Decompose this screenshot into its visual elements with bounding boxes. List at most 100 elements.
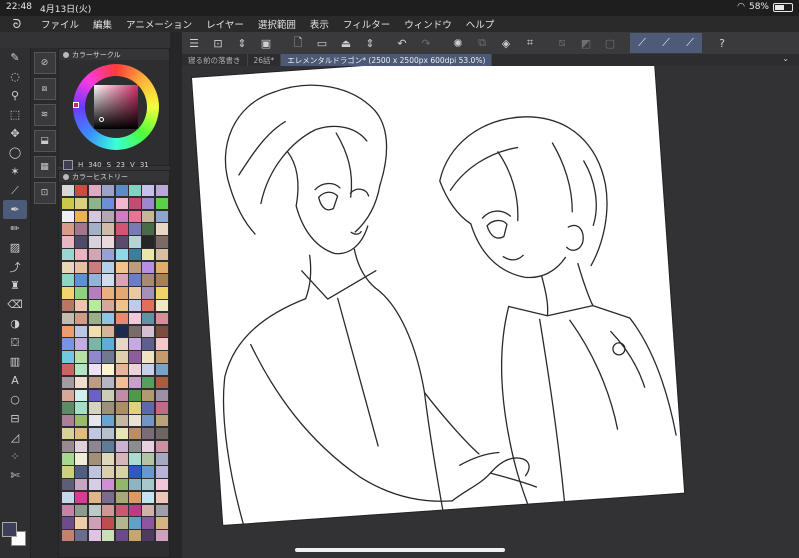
color-history-swatch[interactable] bbox=[155, 478, 168, 491]
color-history-swatch[interactable] bbox=[142, 491, 155, 504]
color-history-swatch[interactable] bbox=[115, 376, 128, 389]
sv-cursor[interactable] bbox=[99, 117, 104, 122]
color-history-swatch[interactable] bbox=[88, 363, 101, 376]
color-history-swatch[interactable] bbox=[88, 197, 101, 210]
color-history-swatch[interactable] bbox=[62, 223, 74, 235]
color-history-swatch[interactable] bbox=[88, 185, 101, 197]
color-history-swatch[interactable] bbox=[62, 453, 74, 465]
color-history-swatch[interactable] bbox=[75, 223, 88, 235]
color-history-swatch[interactable] bbox=[115, 453, 128, 465]
color-history-swatch[interactable] bbox=[155, 440, 168, 453]
saturation-value[interactable]: 23 bbox=[116, 161, 125, 169]
color-history-swatch[interactable] bbox=[102, 274, 115, 286]
color-history-swatch[interactable] bbox=[62, 248, 74, 261]
color-history-swatch[interactable] bbox=[88, 300, 101, 312]
color-history-swatch[interactable] bbox=[128, 517, 141, 529]
color-history-swatch[interactable] bbox=[88, 415, 101, 427]
color-history-swatch[interactable] bbox=[62, 504, 74, 516]
color-history-swatch[interactable] bbox=[142, 504, 155, 516]
menu-view[interactable]: 表示 bbox=[303, 17, 336, 31]
color-history-swatch[interactable] bbox=[142, 376, 155, 389]
color-history-swatch[interactable] bbox=[75, 351, 88, 363]
color-history-swatch[interactable] bbox=[75, 248, 88, 261]
color-history-swatch[interactable] bbox=[142, 402, 155, 414]
color-history-swatch[interactable] bbox=[115, 491, 128, 504]
color-history-swatch[interactable] bbox=[102, 376, 115, 389]
color-history-swatch[interactable] bbox=[88, 248, 101, 261]
color-history-swatch[interactable] bbox=[75, 427, 88, 440]
material-icon[interactable]: ⬓ bbox=[33, 130, 56, 152]
color-history-swatch[interactable] bbox=[115, 325, 128, 337]
navigator-icon[interactable]: ⊘ bbox=[33, 52, 56, 74]
color-history-swatch[interactable] bbox=[115, 274, 128, 286]
menu-selection[interactable]: 選択範囲 bbox=[251, 17, 303, 31]
color-history-swatch[interactable] bbox=[62, 491, 74, 504]
stabilizer-2-icon[interactable]: ⟋ bbox=[654, 33, 678, 53]
canvas-area[interactable] bbox=[182, 66, 799, 558]
fill-bucket-icon[interactable]: ⛋ bbox=[3, 333, 27, 352]
color-history-swatch[interactable] bbox=[102, 402, 115, 414]
current-color-chip[interactable] bbox=[63, 160, 73, 170]
color-history-swatch[interactable] bbox=[75, 389, 88, 401]
color-history-swatch[interactable] bbox=[88, 376, 101, 389]
camera-icon[interactable]: ⊡ bbox=[33, 182, 56, 204]
clear-selection-icon[interactable]: ⧅ bbox=[550, 33, 574, 53]
color-history-swatch[interactable] bbox=[155, 300, 168, 312]
color-history-swatch[interactable] bbox=[115, 351, 128, 363]
color-history-swatch[interactable] bbox=[142, 223, 155, 235]
color-history-swatch[interactable] bbox=[115, 185, 128, 197]
color-history-swatch[interactable] bbox=[88, 236, 101, 248]
color-history-swatch[interactable] bbox=[88, 274, 101, 286]
color-history-swatch[interactable] bbox=[115, 338, 128, 350]
color-history-swatch[interactable] bbox=[102, 236, 115, 248]
color-history-swatch[interactable] bbox=[155, 274, 168, 286]
color-history-swatch[interactable] bbox=[155, 453, 168, 465]
color-history-swatch[interactable] bbox=[75, 415, 88, 427]
color-history-swatch[interactable] bbox=[142, 325, 155, 337]
color-history-swatch[interactable] bbox=[155, 248, 168, 261]
color-history-swatch[interactable] bbox=[155, 210, 168, 222]
color-history-swatch[interactable] bbox=[75, 210, 88, 222]
color-history-swatch[interactable] bbox=[142, 185, 155, 197]
color-history-swatch[interactable] bbox=[62, 466, 74, 478]
loading-icon[interactable]: ✺ bbox=[446, 33, 470, 53]
color-history-swatch[interactable] bbox=[128, 210, 141, 222]
color-history-swatch[interactable] bbox=[88, 338, 101, 350]
color-history-swatch[interactable] bbox=[142, 389, 155, 401]
menu-edit[interactable]: 編集 bbox=[86, 17, 119, 31]
color-history-swatch[interactable] bbox=[142, 530, 155, 542]
color-history-swatch[interactable] bbox=[142, 466, 155, 478]
stabilizer-1-icon[interactable]: ⟋ bbox=[630, 33, 654, 53]
color-history-swatch[interactable] bbox=[102, 504, 115, 516]
color-history-swatch[interactable] bbox=[142, 287, 155, 299]
color-history-swatch[interactable] bbox=[128, 351, 141, 363]
color-history-swatch[interactable] bbox=[102, 466, 115, 478]
color-history-swatch[interactable] bbox=[155, 491, 168, 504]
correct-line-icon[interactable]: ⁘ bbox=[3, 447, 27, 466]
color-history-swatch[interactable] bbox=[75, 440, 88, 453]
color-history-swatch[interactable] bbox=[62, 415, 74, 427]
color-history-swatch[interactable] bbox=[88, 223, 101, 235]
color-history-swatch[interactable] bbox=[102, 197, 115, 210]
fill-icon[interactable]: ◈ bbox=[494, 33, 518, 53]
color-history-swatch[interactable] bbox=[115, 389, 128, 401]
color-history-swatch[interactable] bbox=[102, 185, 115, 197]
menu-layer[interactable]: レイヤー bbox=[199, 17, 251, 31]
color-history-swatch[interactable] bbox=[62, 185, 74, 197]
color-history-swatch[interactable] bbox=[62, 363, 74, 376]
color-history-swatch[interactable] bbox=[102, 363, 115, 376]
ruler-icon[interactable]: ◿ bbox=[3, 428, 27, 447]
new-file-icon[interactable]: 🗋 bbox=[286, 33, 310, 53]
color-history-swatch[interactable] bbox=[102, 248, 115, 261]
color-history-swatch[interactable] bbox=[62, 197, 74, 210]
color-history-swatch[interactable] bbox=[115, 261, 128, 274]
color-history-swatch[interactable] bbox=[88, 491, 101, 504]
color-history-swatch[interactable] bbox=[75, 363, 88, 376]
color-history-swatch[interactable] bbox=[88, 325, 101, 337]
color-history-swatch[interactable] bbox=[128, 402, 141, 414]
color-history-swatch[interactable] bbox=[142, 261, 155, 274]
help-icon[interactable]: ? bbox=[710, 33, 734, 53]
color-history-swatch[interactable] bbox=[102, 312, 115, 325]
color-history-swatch[interactable] bbox=[75, 504, 88, 516]
color-history-swatch[interactable] bbox=[115, 312, 128, 325]
